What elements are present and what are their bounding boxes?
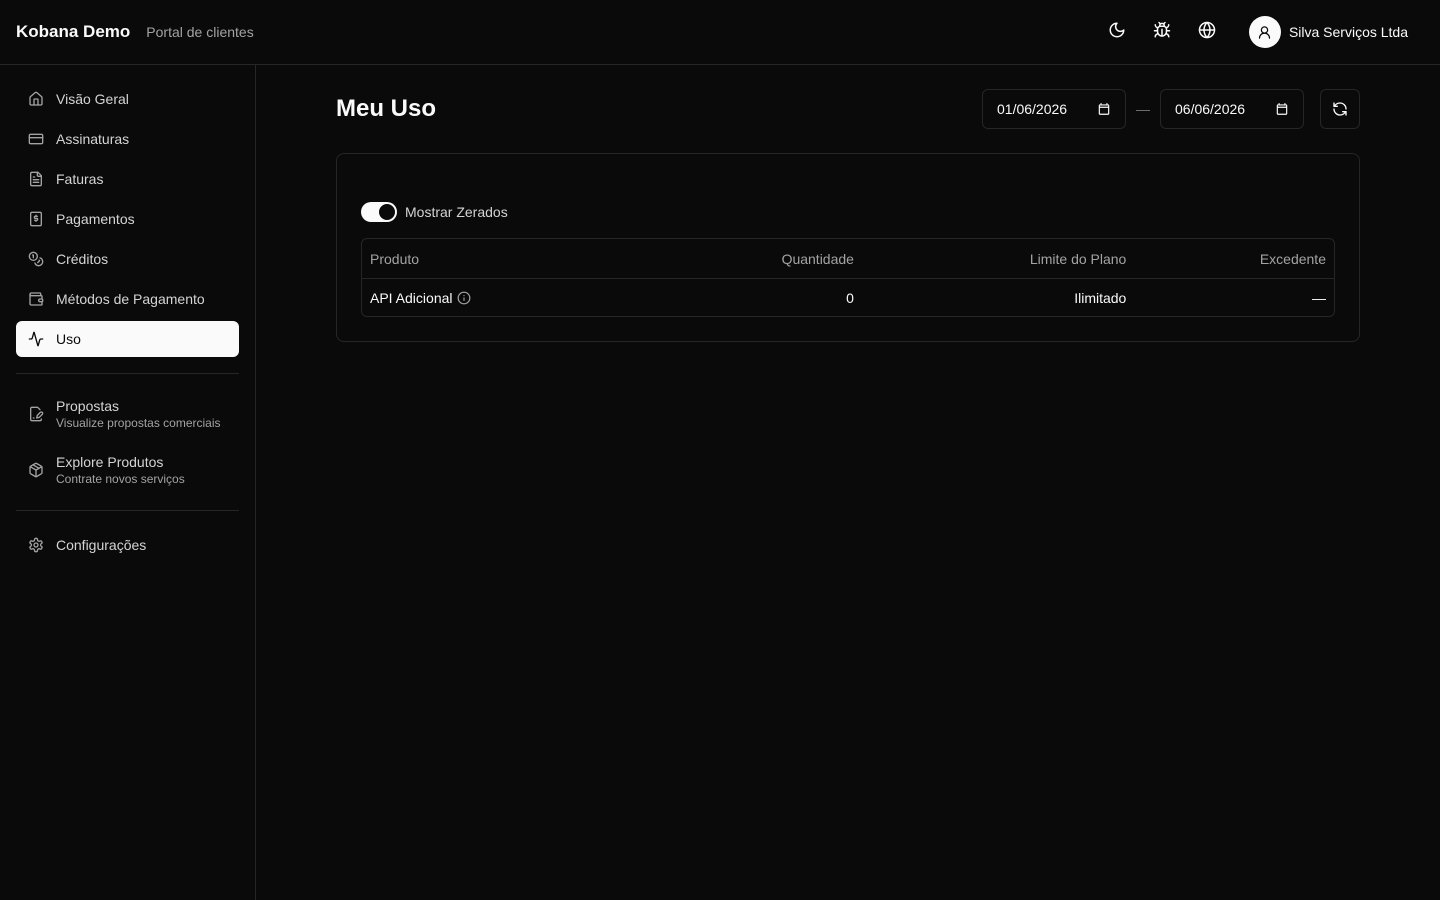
language-button[interactable]	[1191, 16, 1223, 48]
cell-excedente: —	[1312, 289, 1326, 306]
info-icon[interactable]	[457, 291, 471, 305]
sidebar-item-description: Contrate novos serviços	[56, 472, 185, 486]
sidebar-item-explore-produtos[interactable]: Explore Produtos Contrate novos serviços	[16, 446, 239, 494]
column-header-quantidade: Quantidade	[661, 239, 862, 279]
end-date-value: 06/06/2026	[1175, 101, 1246, 117]
main-content: Meu Uso 01/06/2026 — 06/06/2026 Mostrar …	[336, 65, 1360, 342]
sidebar-item-label: Créditos	[56, 251, 109, 267]
receipt-dollar-icon	[28, 211, 44, 227]
usage-table: Produto Quantidade Limite do Plano Exced…	[361, 238, 1335, 317]
sidebar-item-label: Visão Geral	[56, 91, 129, 107]
bug-icon	[1153, 21, 1171, 44]
sidebar-item-label: Pagamentos	[56, 211, 135, 227]
moon-icon	[1108, 21, 1126, 44]
refresh-button[interactable]	[1320, 89, 1360, 129]
globe-icon	[1198, 21, 1216, 44]
column-header-excedente: Excedente	[1134, 239, 1334, 279]
end-date-input[interactable]: 06/06/2026	[1160, 89, 1304, 129]
brand-name[interactable]: Kobana Demo	[16, 22, 130, 42]
home-icon	[28, 91, 44, 107]
sidebar-item-configuracoes[interactable]: Configurações	[16, 527, 239, 563]
sidebar-item-creditos[interactable]: Créditos	[16, 241, 239, 277]
user-icon	[1257, 25, 1272, 40]
sidebar-item-label: Faturas	[56, 171, 104, 187]
sidebar-item-label: Explore Produtos	[56, 454, 164, 470]
cell-produto: API Adicional	[362, 279, 661, 316]
sidebar-item-faturas[interactable]: Faturas	[16, 161, 239, 197]
coins-icon	[28, 251, 44, 267]
start-date-input[interactable]: 01/06/2026	[982, 89, 1126, 129]
sidebar-item-label: Uso	[56, 331, 81, 347]
portal-subtitle: Portal de clientes	[146, 24, 254, 40]
debug-button[interactable]	[1146, 16, 1178, 48]
sidebar-item-label: Métodos de Pagamento	[56, 291, 205, 307]
sidebar-item-visao-geral[interactable]: Visão Geral	[16, 81, 239, 117]
date-range-picker: 01/06/2026 — 06/06/2026	[982, 89, 1360, 129]
sidebar-divider	[16, 373, 239, 374]
package-icon	[28, 462, 44, 478]
table-row: API Adicional 0 Ilimitado —	[362, 279, 1334, 316]
sidebar-divider	[16, 510, 239, 511]
calendar-icon[interactable]	[1097, 102, 1111, 116]
calendar-icon[interactable]	[1275, 102, 1289, 116]
cell-quantidade: 0	[846, 289, 854, 306]
activity-icon	[28, 331, 44, 347]
user-menu[interactable]: Silva Serviços Ltda	[1248, 16, 1408, 48]
usage-card: Mostrar Zerados Produto Quantidade Limit…	[336, 153, 1360, 342]
file-signature-icon	[28, 406, 44, 422]
sidebar-item-description: Visualize propostas comerciais	[56, 416, 221, 430]
start-date-value: 01/06/2026	[997, 101, 1068, 117]
top-actions: Silva Serviços Ltda	[1088, 16, 1424, 48]
file-text-icon	[28, 171, 44, 187]
sidebar-item-metodos-pagamento[interactable]: Métodos de Pagamento	[16, 281, 239, 317]
sidebar: Visão Geral Assinaturas Faturas Pagament…	[0, 65, 256, 900]
page-title: Meu Uso	[336, 95, 437, 122]
product-name: API Adicional	[370, 289, 453, 306]
gear-icon	[28, 537, 44, 553]
sidebar-item-pagamentos[interactable]: Pagamentos	[16, 201, 239, 237]
avatar[interactable]	[1248, 16, 1281, 48]
cell-limite: Ilimitado	[1074, 289, 1127, 306]
wallet-icon	[28, 291, 44, 307]
sidebar-item-label: Configurações	[56, 537, 147, 553]
theme-toggle-button[interactable]	[1101, 16, 1133, 48]
sidebar-item-propostas[interactable]: Propostas Visualize propostas comerciais	[16, 390, 239, 438]
page-header: Meu Uso 01/06/2026 — 06/06/2026	[336, 65, 1360, 153]
refresh-icon	[1332, 101, 1348, 117]
show-zeros-switch[interactable]	[361, 202, 397, 222]
sidebar-item-label: Propostas	[56, 398, 120, 414]
user-name[interactable]: Silva Serviços Ltda	[1289, 24, 1408, 40]
column-header-produto: Produto	[362, 239, 662, 279]
sidebar-item-assinaturas[interactable]: Assinaturas	[16, 121, 239, 157]
column-header-limite: Limite do Plano	[861, 239, 1135, 279]
top-bar: Kobana Demo Portal de clientes Silva Ser…	[0, 0, 1440, 65]
sidebar-item-label: Assinaturas	[56, 131, 130, 147]
show-zeros-toggle-row: Mostrar Zerados	[361, 202, 1335, 222]
show-zeros-label[interactable]: Mostrar Zerados	[405, 204, 508, 220]
credit-card-icon	[28, 131, 44, 147]
switch-knob	[379, 204, 395, 220]
sidebar-item-uso[interactable]: Uso	[16, 321, 239, 357]
table-header-row: Produto Quantidade Limite do Plano Exced…	[362, 239, 1334, 279]
date-separator: —	[1136, 101, 1150, 117]
